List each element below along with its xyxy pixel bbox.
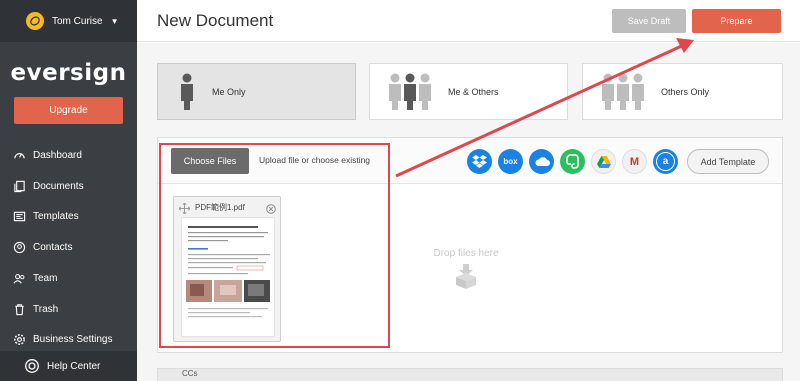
signer-option-label: Me Only <box>212 86 246 97</box>
sidebar-item-trash[interactable]: Trash <box>0 297 137 321</box>
signer-option-me-and-others[interactable]: Me & Others <box>369 63 568 120</box>
box-icon[interactable]: box <box>498 149 523 174</box>
templates-icon <box>12 209 26 223</box>
documents-icon <box>12 179 26 193</box>
gmail-icon-text: M <box>629 155 640 168</box>
team-icon <box>12 271 26 285</box>
signer-option-label: Others Only <box>661 86 710 97</box>
dropbox-icon[interactable] <box>467 149 492 174</box>
user-name: Tom Curise <box>52 15 103 27</box>
google-drive-icon[interactable] <box>591 149 616 174</box>
sidebar-item-label: Documents <box>33 180 84 192</box>
drop-zone[interactable]: Drop files here <box>396 248 536 294</box>
signer-option-me-only[interactable]: Me Only <box>157 63 356 120</box>
user-menu[interactable]: Tom Curise ▼ <box>0 0 137 42</box>
chevron-down-icon[interactable]: ▼ <box>111 17 119 26</box>
sidebar-item-templates[interactable]: Templates <box>0 204 137 228</box>
sidebar-item-label: Business Settings <box>33 333 113 345</box>
onedrive-icon[interactable] <box>529 149 554 174</box>
sidebar-item-label: Dashboard <box>33 149 82 161</box>
sidebar-item-team[interactable]: Team <box>0 266 137 290</box>
trash-icon <box>12 302 26 316</box>
lifebuoy-icon <box>24 358 40 374</box>
sidebar: Tom Curise ▼ eversign Upgrade Dashboard … <box>0 0 137 381</box>
amazon-icon-text: a <box>656 152 675 171</box>
signer-option-others-only[interactable]: Others Only <box>582 63 783 120</box>
contacts-icon <box>12 240 26 254</box>
highlight-box <box>159 143 390 348</box>
signer-option-label: Me & Others <box>448 86 499 97</box>
sidebar-item-label: Team <box>33 272 58 284</box>
save-draft-button[interactable]: Save Draft <box>612 9 686 33</box>
add-template-button[interactable]: Add Template <box>687 149 769 174</box>
lemon-avatar-icon <box>26 12 44 30</box>
ccs-label: CCs <box>182 369 198 378</box>
sidebar-item-label: Contacts <box>33 241 73 253</box>
eversign-logo: eversign <box>10 60 127 86</box>
sidebar-item-label: Trash <box>33 303 59 315</box>
sidebar-item-contacts[interactable]: Contacts <box>0 235 137 259</box>
settings-icon <box>12 332 26 346</box>
upgrade-button[interactable]: Upgrade <box>14 97 123 124</box>
help-center-link[interactable]: Help Center <box>0 351 137 381</box>
drop-files-text: Drop files here <box>433 248 499 259</box>
ccs-section[interactable]: CCs <box>157 368 783 381</box>
group-people-icon <box>601 73 645 111</box>
prepare-button[interactable]: Prepare <box>692 9 781 33</box>
box-icon-text: box <box>503 157 518 166</box>
page-title: New Document <box>157 11 274 30</box>
dashboard-icon <box>12 148 26 162</box>
gmail-icon[interactable]: M <box>622 149 647 174</box>
evernote-icon[interactable] <box>560 149 585 174</box>
sidebar-item-documents[interactable]: Documents <box>0 174 137 198</box>
page-header: New Document Save Draft Prepare <box>137 0 800 42</box>
group-people-icon <box>388 73 432 111</box>
drop-box-icon <box>396 263 536 294</box>
single-person-icon <box>180 73 194 111</box>
sidebar-item-dashboard[interactable]: Dashboard <box>0 143 137 167</box>
sidebar-item-label: Templates <box>33 210 79 222</box>
help-center-label: Help Center <box>47 360 101 372</box>
amazon-icon[interactable]: a <box>653 149 678 174</box>
sidebar-item-business-settings[interactable]: Business Settings <box>0 327 137 351</box>
